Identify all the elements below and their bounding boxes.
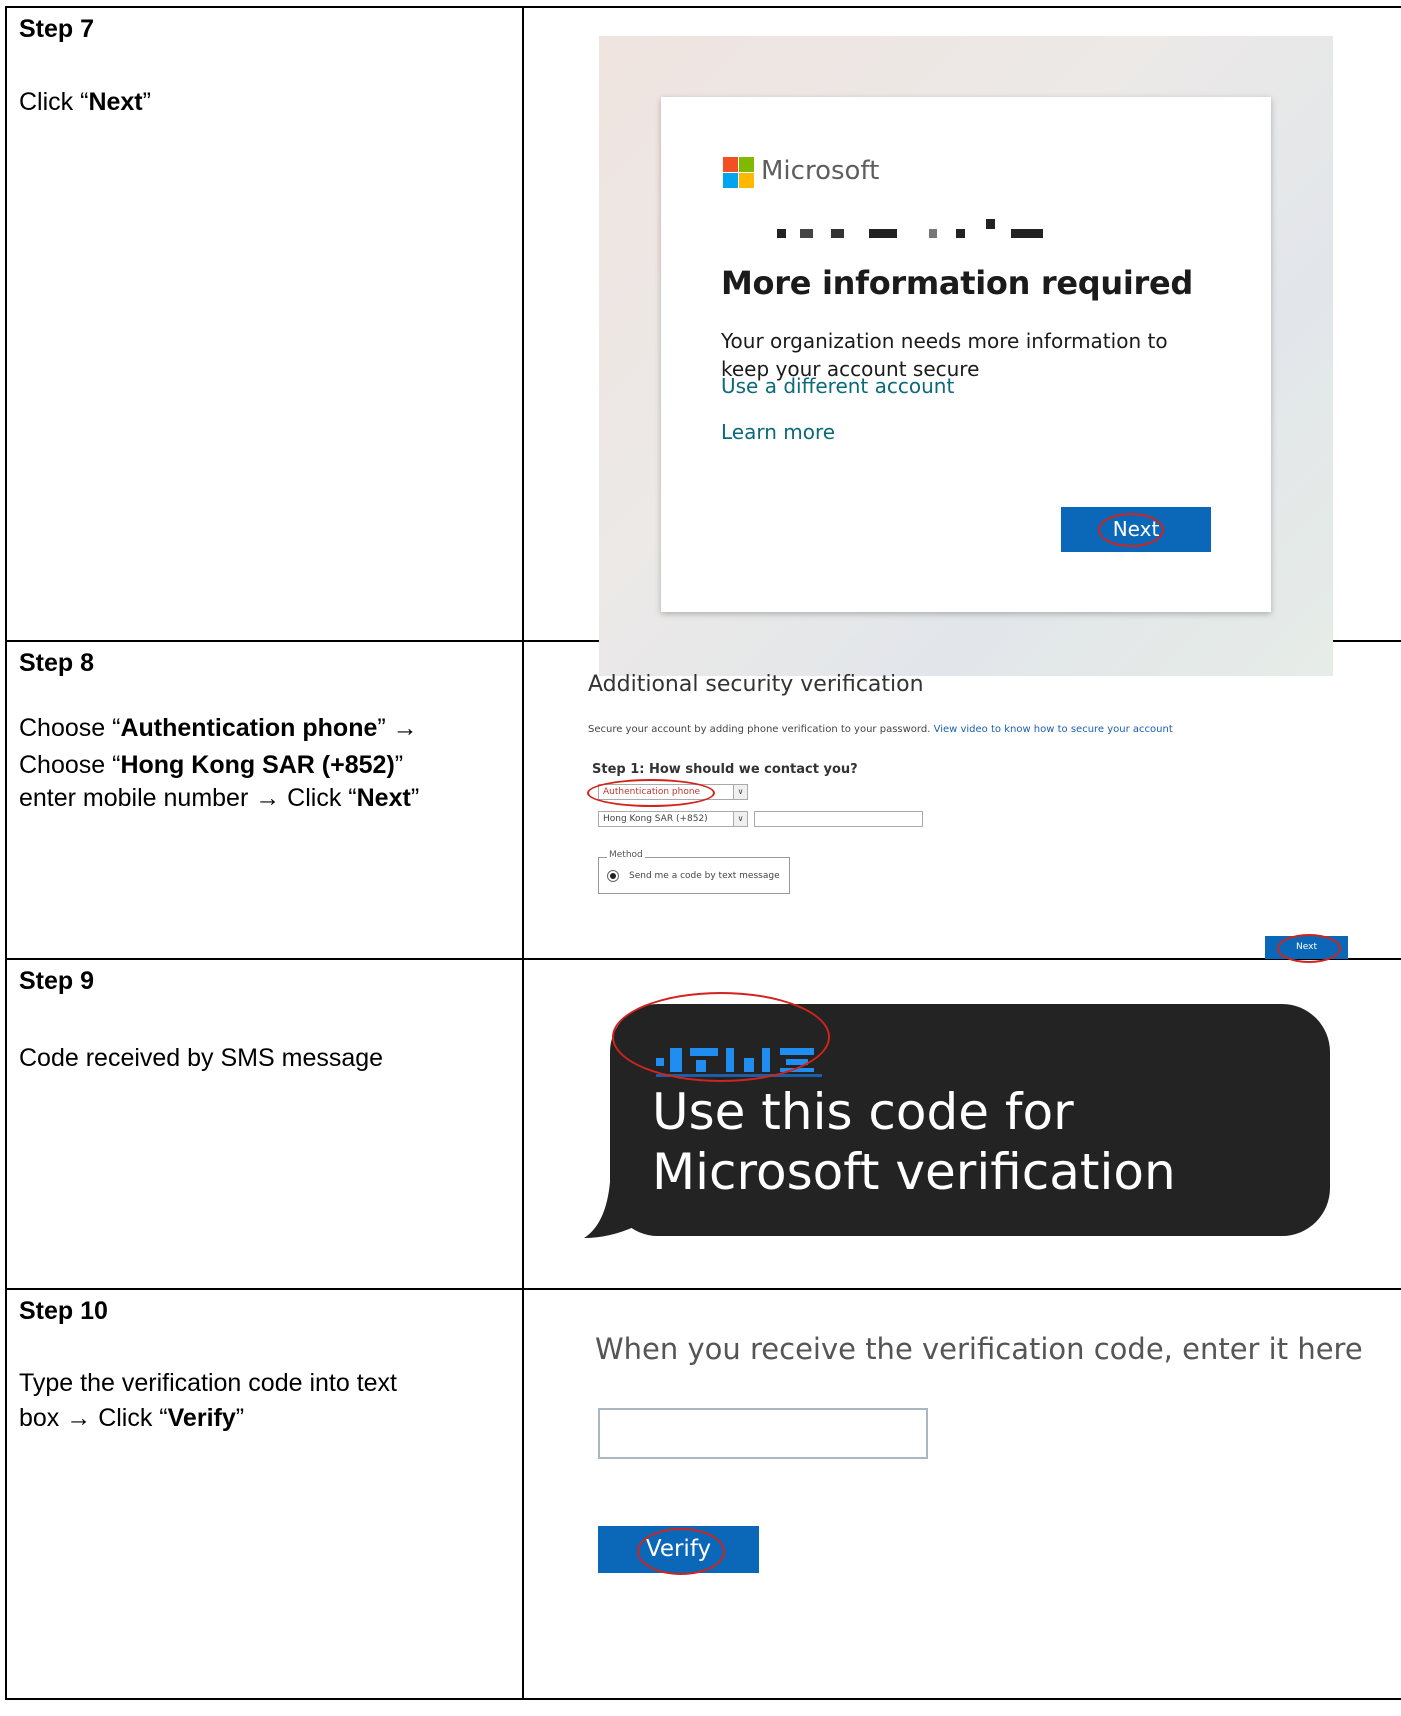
step-8-l2-post: ” [394, 751, 404, 779]
step-8-title: Step 8 [19, 649, 95, 677]
step-7-text-suffix: ” [142, 88, 151, 116]
step-8-l1-post: ” → [377, 714, 418, 742]
signin-heading: More information required [721, 264, 1194, 302]
step-9-instructions: Step 9 Code received by SMS message [5, 958, 524, 1290]
step-row-7: Step 7 Click “Next” Microsoft More infor… [5, 6, 1401, 676]
chevron-down-icon: ∨ [733, 812, 747, 826]
step-10-l2-post: ” [235, 1404, 245, 1432]
highlight-ring [637, 1528, 725, 1575]
highlight-ring [612, 992, 830, 1082]
step-7-instructions: Step 7 Click “Next” [5, 6, 524, 642]
step-row-9: Step 9 Code received by SMS message Use … [5, 958, 1401, 1290]
signin-background: Microsoft More information required Your… [599, 36, 1333, 676]
blurred-email [721, 219, 1081, 247]
view-video-link[interactable]: View video to know how to secure your ac… [934, 724, 1173, 735]
step-row-10: Step 10 Type the verification code into … [5, 1288, 1401, 1700]
highlight-ring [1098, 513, 1164, 547]
step-8-screenshot: Additional security verification Secure … [522, 640, 1401, 963]
sms-message-text: Use this code for Microsoft verification [652, 1083, 1176, 1201]
method-fieldset: Method Send me a code by text message [598, 850, 790, 894]
signin-card: Microsoft More information required Your… [661, 97, 1271, 612]
step-8-l2-bold: Hong Kong SAR (+852) [120, 751, 395, 779]
step-8-instructions: Step 8 Choose “Authentication phone” → C… [5, 640, 524, 960]
step-10-text: Type the verification code into text box… [19, 1366, 522, 1436]
phone-number-input[interactable] [754, 811, 923, 827]
steps-table: Step 7 Click “Next” Microsoft More infor… [5, 6, 1401, 1700]
step-8-text: Choose “Authentication phone” → Choose “… [19, 710, 522, 817]
step-10-l1: Type the verification code into text [19, 1369, 397, 1397]
step-row-8: Step 8 Choose “Authentication phone” → C… [5, 640, 1401, 963]
verification-prompt: When you receive the verification code, … [595, 1332, 1363, 1366]
country-select[interactable]: Hong Kong SAR (+852) ∨ [598, 811, 748, 827]
contact-step-heading: Step 1: How should we contact you? [592, 762, 858, 777]
step-10-instructions: Step 10 Type the verification code into … [5, 1288, 524, 1700]
text-message-radio[interactable] [607, 870, 619, 882]
step-7-text-prefix: Click “ [19, 88, 89, 116]
step-9-screenshot: Use this code for Microsoft verification [522, 958, 1401, 1290]
step-7-screenshot: Microsoft More information required Your… [522, 6, 1401, 676]
step-10-l2-pre: box → Click “ [19, 1404, 168, 1432]
step-8-l3-pre: enter mobile number → Click “ [19, 784, 357, 812]
verification-code-input[interactable] [598, 1408, 928, 1459]
step-8-l2-pre: Choose “ [19, 751, 121, 779]
step-8-l3-post: ” [410, 784, 420, 812]
method-legend: Method [607, 850, 645, 860]
learn-more-link[interactable]: Learn more [721, 420, 835, 444]
step-8-l1-bold: Authentication phone [120, 714, 378, 742]
microsoft-brand: Microsoft [761, 156, 880, 186]
subtitle-text: Secure your account by adding phone veri… [588, 724, 931, 735]
step-7-text: Click “Next” [19, 84, 522, 121]
highlight-ring [587, 779, 715, 807]
security-verification-subtitle: Secure your account by adding phone veri… [588, 724, 1173, 735]
chevron-down-icon: ∨ [733, 785, 747, 799]
step-10-l2-bold: Verify [167, 1404, 236, 1432]
country-value: Hong Kong SAR (+852) [603, 814, 708, 824]
security-verification-heading: Additional security verification [588, 672, 924, 697]
text-message-label: Send me a code by text message [629, 871, 780, 881]
step-8-l1-pre: Choose “ [19, 714, 121, 742]
step-8-l3-bold: Next [356, 784, 411, 812]
microsoft-logo-icon [723, 157, 754, 188]
step-9-text: Code received by SMS message [19, 1044, 384, 1072]
step-10-title: Step 10 [19, 1297, 108, 1325]
step-7-title: Step 7 [19, 15, 95, 43]
step-9-title: Step 9 [19, 967, 95, 995]
use-different-account-link[interactable]: Use a different account [721, 374, 954, 398]
step-10-screenshot: When you receive the verification code, … [522, 1288, 1401, 1700]
step-7-text-bold: Next [88, 88, 143, 116]
